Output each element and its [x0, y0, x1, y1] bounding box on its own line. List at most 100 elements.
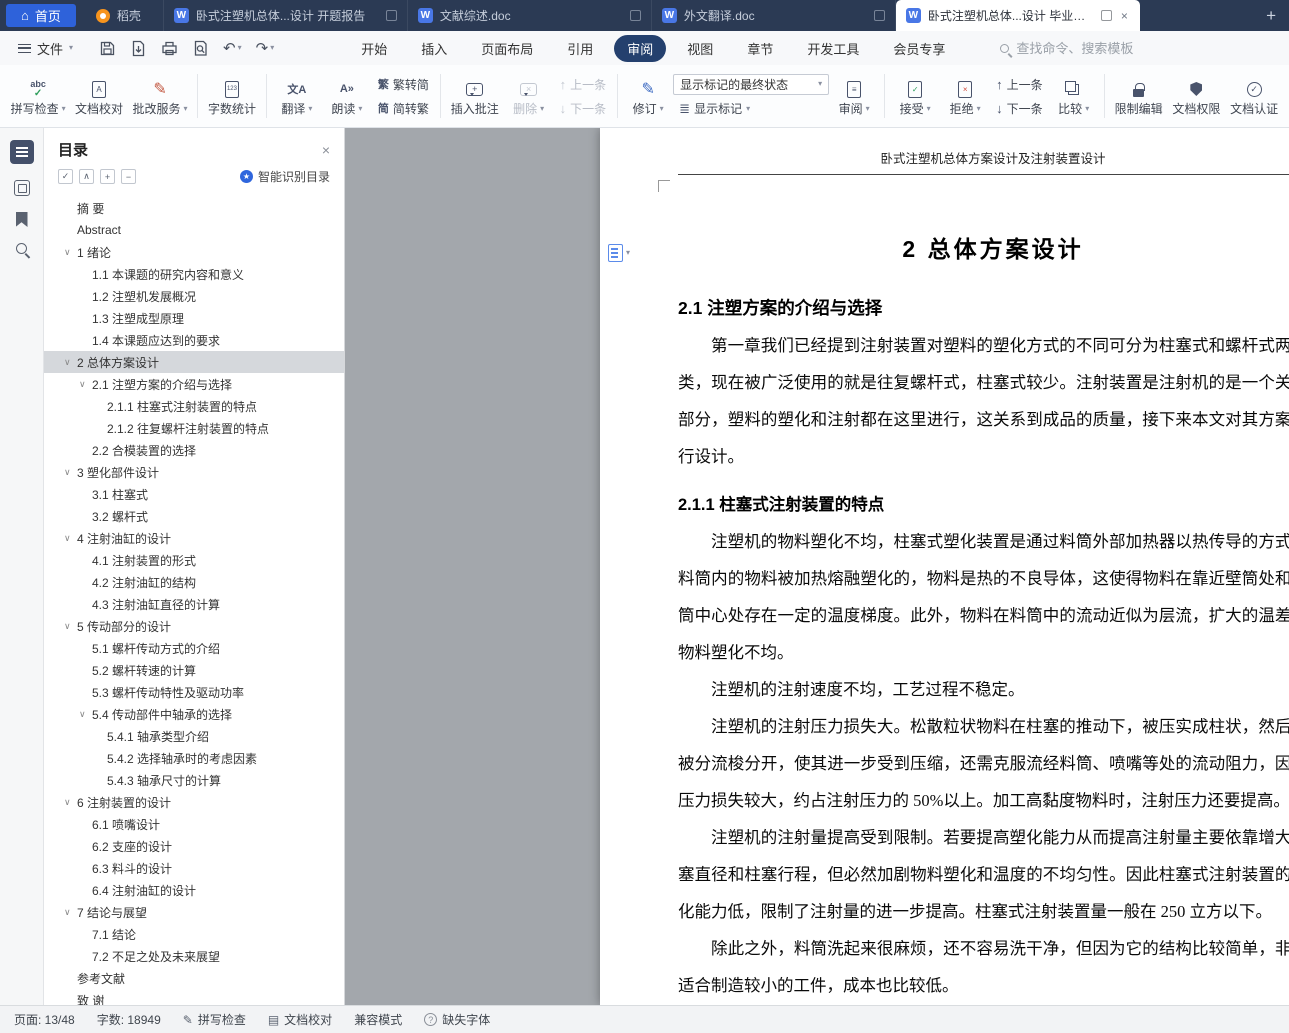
document-tab[interactable]: W 卧式注塑机总体...设计 毕业论文 × [895, 0, 1140, 31]
menu-tab[interactable]: 会员专享 [880, 35, 958, 62]
menu-tab[interactable]: 审阅 [614, 34, 667, 62]
toc-item[interactable]: ∨ 6 注射装置的设计 [44, 791, 344, 813]
track-changes-button[interactable]: ✎ 修订 ▾ [623, 73, 673, 119]
document-page[interactable]: 卧式注塑机总体方案设计及注射装置设计 ▾ 2 总体方案设计 2.1 注塑方案的介… [600, 128, 1289, 1005]
menu-tab[interactable]: 引用 [554, 35, 606, 62]
toc-collapse-icon[interactable]: − [121, 169, 136, 184]
translate-button[interactable]: 文A 翻译 ▾ [272, 73, 322, 119]
document-tab[interactable]: W 卧式注塑机总体...设计 开题报告 [164, 0, 408, 31]
toc-item[interactable]: ∨ 2 总体方案设计 [44, 351, 344, 373]
print-button[interactable] [161, 40, 178, 57]
toc-item[interactable]: 5.2 螺杆转速的计算 [44, 659, 344, 681]
toc-item[interactable]: ∨ 7 结论与展望 [44, 901, 344, 923]
tag-panel-icon[interactable] [13, 180, 30, 196]
toc-item[interactable]: 摘 要 [44, 197, 344, 219]
toc-item[interactable]: Abstract [44, 219, 344, 241]
export-pdf-button[interactable] [130, 40, 147, 57]
toc-check-icon[interactable]: ✓ [58, 169, 73, 184]
toc-item[interactable]: 6.3 料斗的设计 [44, 857, 344, 879]
file-menu-button[interactable]: 文件 ▾ [10, 39, 81, 58]
menu-tab[interactable]: 插入 [408, 35, 460, 62]
toc-item[interactable]: 7.1 结论 [44, 923, 344, 945]
menu-tab[interactable]: 章节 [734, 35, 786, 62]
menu-tab[interactable]: 开始 [348, 35, 400, 62]
restrict-editing-button[interactable]: 限制编辑 [1110, 73, 1168, 119]
toc-item[interactable]: 1.4 本课题应达到的要求 [44, 329, 344, 351]
toc-item[interactable]: 2.1.2 往复螺杆注射装置的特点 [44, 417, 344, 439]
save-button[interactable] [99, 40, 116, 57]
toc-expand-icon[interactable]: + [100, 169, 115, 184]
toc-item[interactable]: ∨ 1 绪论 [44, 241, 344, 263]
trad-to-simp-button[interactable]: 繁繁转简 [372, 74, 435, 94]
toc-item[interactable]: 参考文献 [44, 967, 344, 989]
toc-item[interactable]: 4.1 注射装置的形式 [44, 549, 344, 571]
compare-button[interactable]: 比较 ▾ [1049, 73, 1099, 119]
bookmark-panel-icon[interactable] [15, 212, 28, 227]
toc-item[interactable]: 2.1.1 柱塞式注射装置的特点 [44, 395, 344, 417]
show-markup-button[interactable]: ≣ 显示标记 ▾ [673, 99, 829, 119]
toc-item[interactable]: 3.2 螺杆式 [44, 505, 344, 527]
page-indicator[interactable]: 页面: 13/48 [14, 1011, 75, 1028]
toc-item[interactable]: 5.4.1 轴承类型介绍 [44, 725, 344, 747]
new-tab-button[interactable]: + [1253, 0, 1289, 31]
toc-item[interactable]: 4.3 注射油缸直径的计算 [44, 593, 344, 615]
redo-button[interactable]: ↷ ▾ [256, 41, 275, 56]
insert-comment-button[interactable]: + 插入批注 [446, 73, 504, 119]
toc-item[interactable]: ∨ 5.4 传动部件中轴承的选择 [44, 703, 344, 725]
docer-tab[interactable]: 稻壳 [82, 0, 164, 31]
markup-state-dropdown[interactable]: 显示标记的最终状态 ▾ [673, 73, 830, 95]
review-pane-button[interactable]: ≡ 审阅 ▾ [829, 73, 879, 119]
close-icon[interactable]: × [322, 142, 330, 158]
missing-font-warning[interactable]: ? 缺失字体 [424, 1011, 490, 1028]
toc-item[interactable]: 5.1 螺杆传动方式的介绍 [44, 637, 344, 659]
word-count-indicator[interactable]: 字数: 18949 [97, 1011, 161, 1028]
word-count-button[interactable]: 123 字数统计 [203, 73, 261, 119]
read-aloud-button[interactable]: A» 朗读 ▾ [322, 73, 372, 119]
find-panel-icon[interactable] [16, 243, 27, 254]
toc-collapse-all-icon[interactable]: ∧ [79, 169, 94, 184]
toc-item[interactable]: 5.3 螺杆传动特性及驱动功率 [44, 681, 344, 703]
next-change-button[interactable]: ↓ 下一条 [990, 98, 1049, 118]
toc-item[interactable]: 1.2 注塑机发展概况 [44, 285, 344, 307]
toc-item[interactable]: 6.4 注射油缸的设计 [44, 879, 344, 901]
simp-to-trad-button[interactable]: 简简转繁 [372, 98, 435, 118]
doc-permission-button[interactable]: 文档权限 [1167, 73, 1225, 119]
toc-item[interactable]: 2.2 合模装置的选择 [44, 439, 344, 461]
doc-proofread-button[interactable]: A 文档校对 [70, 73, 128, 119]
grading-service-button[interactable]: ✎ 批改服务 ▾ [128, 73, 192, 119]
document-tab[interactable]: W 文献综述.doc [408, 0, 652, 31]
home-tab[interactable]: ⌂ 首页 [6, 4, 76, 27]
tab-close-icon[interactable]: × [1119, 9, 1130, 23]
page-settings-anchor[interactable]: ▾ [608, 244, 630, 262]
toc-item[interactable]: ∨ 3 塑化部件设计 [44, 461, 344, 483]
print-preview-button[interactable] [192, 40, 209, 57]
accept-change-button[interactable]: ✓ 接受 ▾ [890, 73, 940, 119]
toc-item[interactable]: ∨ 5 传动部分的设计 [44, 615, 344, 637]
menu-tab[interactable]: 页面布局 [468, 35, 546, 62]
smart-identify-toc-button[interactable]: ★ 智能识别目录 [239, 168, 330, 185]
toc-item[interactable]: 6.1 喷嘴设计 [44, 813, 344, 835]
document-tab[interactable]: W 外文翻译.doc [652, 0, 896, 31]
proofread-status[interactable]: ▤ 文档校对 [268, 1011, 332, 1028]
doc-authentication-button[interactable]: ✓ 文档认证 [1225, 73, 1283, 119]
spell-check-status[interactable]: ✎ 拼写检查 [183, 1011, 246, 1028]
toc-item[interactable]: 5.4.2 选择轴承时的考虑因素 [44, 747, 344, 769]
menu-tab[interactable]: 视图 [674, 35, 726, 62]
toc-item[interactable]: 5.4.3 轴承尺寸的计算 [44, 769, 344, 791]
toc-item[interactable]: 1.1 本课题的研究内容和意义 [44, 263, 344, 285]
undo-button[interactable]: ↶ ▾ [223, 41, 242, 56]
spell-check-button[interactable]: abc ✓ 拼写检查 ▾ [6, 73, 70, 119]
toc-item[interactable]: 6.2 支座的设计 [44, 835, 344, 857]
prev-change-button[interactable]: ↑ 上一条 [990, 74, 1049, 94]
toc-item[interactable]: ∨ 2.1 注塑方案的介绍与选择 [44, 373, 344, 395]
command-search[interactable] [1000, 40, 1167, 56]
search-input[interactable] [1016, 40, 1167, 56]
toc-item[interactable]: 7.2 不足之处及未来展望 [44, 945, 344, 967]
toc-item[interactable]: 致 谢 [44, 989, 344, 1006]
reject-change-button[interactable]: × 拒绝 ▾ [940, 73, 990, 119]
toc-item[interactable]: ∨ 4 注射油缸的设计 [44, 527, 344, 549]
toc-item[interactable]: 1.3 注塑成型原理 [44, 307, 344, 329]
toc-item[interactable]: 4.2 注射油缸的结构 [44, 571, 344, 593]
menu-tab[interactable]: 开发工具 [794, 35, 872, 62]
outline-panel-icon[interactable] [9, 140, 34, 164]
